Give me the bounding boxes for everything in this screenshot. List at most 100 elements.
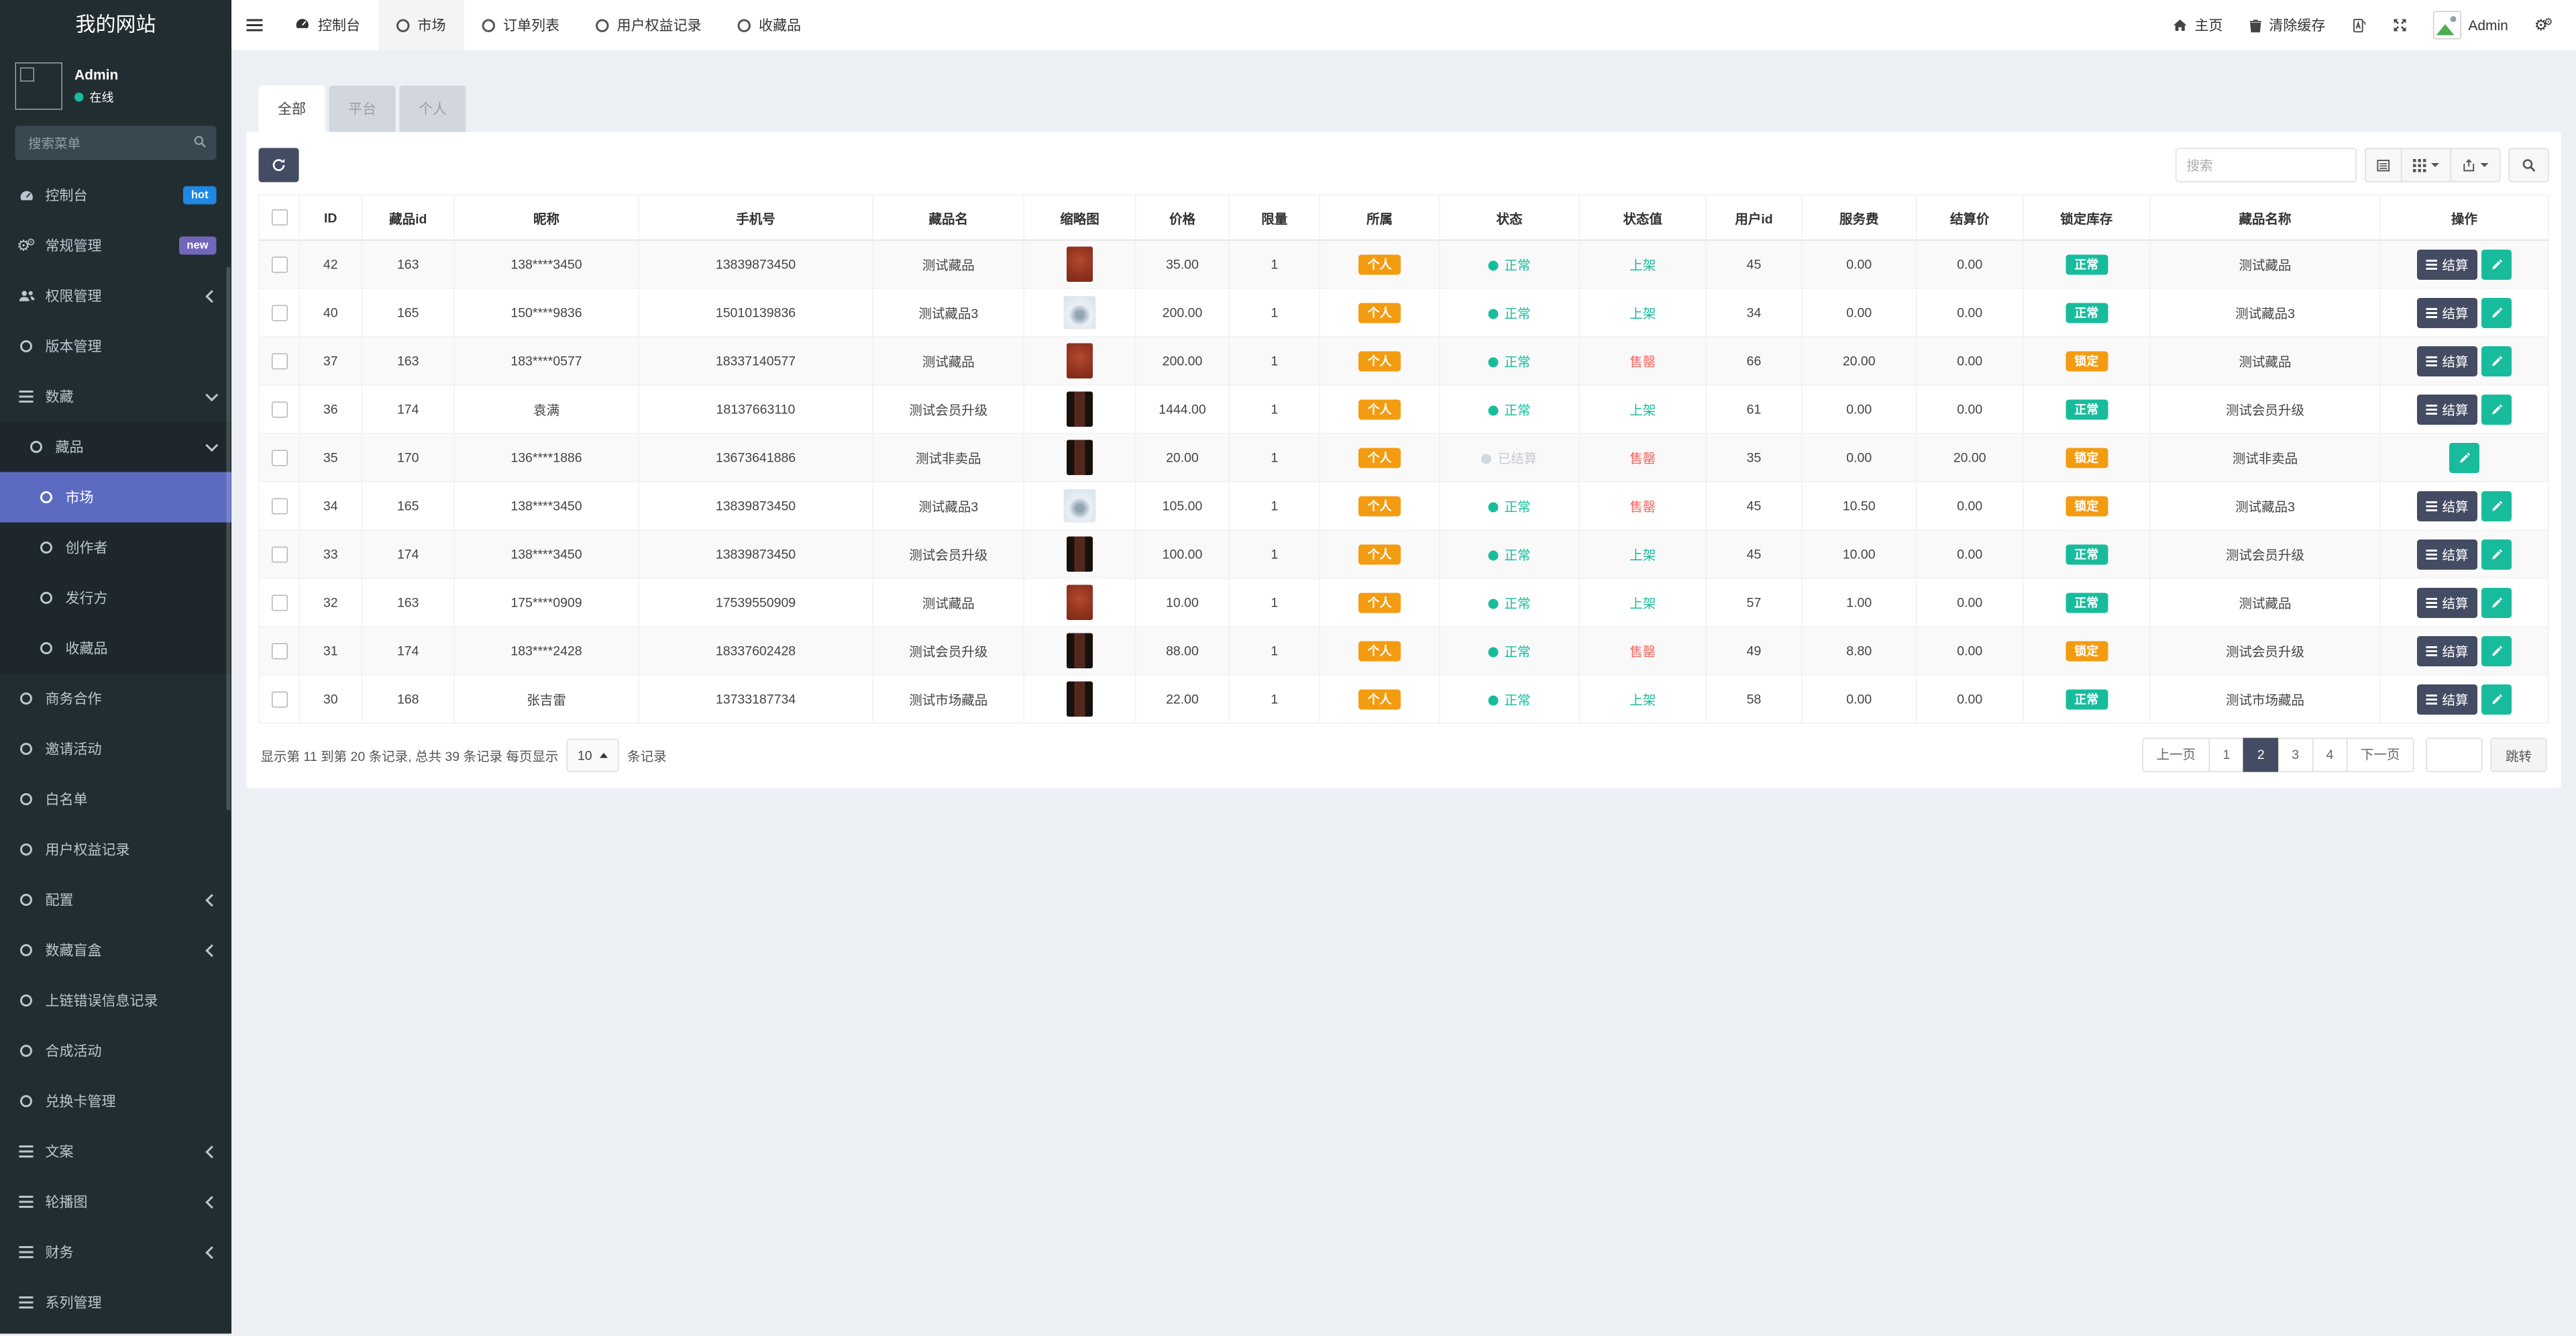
table-row: 34165138****345013839873450测试藏品3105.001个… <box>259 482 2548 530</box>
sidebar-item-label: 藏品 <box>56 437 84 457</box>
sidebar-item-轮播图[interactable]: 轮播图 <box>0 1177 231 1227</box>
translate-icon <box>2351 17 2367 33</box>
edit-button[interactable] <box>2449 442 2479 472</box>
hamburger-button[interactable] <box>231 0 277 50</box>
select-all-checkbox[interactable] <box>271 209 287 225</box>
filter-tab-平台[interactable]: 平台 <box>329 86 396 132</box>
row-checkbox[interactable] <box>271 595 287 611</box>
sidebar-item-藏品[interactable]: 藏品 <box>0 422 231 472</box>
sidebar-item-兑换卡管理[interactable]: 兑换卡管理 <box>0 1076 231 1127</box>
settle-button[interactable]: 结算 <box>2417 491 2477 521</box>
topnav-tab-控制台[interactable]: 控制台 <box>277 0 379 50</box>
status-dot-icon <box>1488 696 1498 706</box>
topnav-tab-用户权益记录[interactable]: 用户权益记录 <box>578 0 720 50</box>
row-checkbox[interactable] <box>271 401 287 417</box>
sidebar-item-创作者[interactable]: 创作者 <box>0 523 231 573</box>
row-checkbox[interactable] <box>271 498 287 514</box>
clear-cache-link[interactable]: 清除缓存 <box>2236 0 2339 50</box>
fullscreen-button[interactable] <box>2379 0 2420 50</box>
edit-button[interactable] <box>2481 249 2512 279</box>
settings-button[interactable]: ⚙⚙ <box>2521 0 2566 50</box>
owner-badge: 个人 <box>1358 544 1401 564</box>
row-checkbox[interactable] <box>271 450 287 466</box>
sidebar-item-权限管理[interactable]: 权限管理 <box>0 271 231 321</box>
sidebar-item-版本管理[interactable]: 版本管理 <box>0 321 231 372</box>
cell-price: 20.00 <box>1136 433 1230 482</box>
sidebar-scrollbar[interactable] <box>227 267 231 811</box>
translate-button[interactable] <box>2339 0 2380 50</box>
page-button-1[interactable]: 1 <box>2209 738 2245 772</box>
admin-menu[interactable]: Admin <box>2420 0 2521 50</box>
table-search-input[interactable] <box>2176 148 2357 183</box>
topnav-tab-订单列表[interactable]: 订单列表 <box>464 0 578 50</box>
settle-button[interactable]: 结算 <box>2417 297 2477 327</box>
columns-button[interactable] <box>2401 148 2451 183</box>
edit-button[interactable] <box>2481 394 2512 424</box>
prev-page-button[interactable]: 上一页 <box>2143 738 2210 772</box>
export-button[interactable] <box>2451 148 2501 183</box>
page-jump-button[interactable]: 跳转 <box>2490 738 2546 772</box>
topnav-tab-市场[interactable]: 市场 <box>378 0 464 50</box>
sidebar-item-数藏盲盒[interactable]: 数藏盲盒 <box>0 925 231 976</box>
sidebar-item-白名单[interactable]: 白名单 <box>0 774 231 825</box>
sidebar-item-财务[interactable]: 财务 <box>0 1227 231 1278</box>
edit-button[interactable] <box>2481 297 2512 327</box>
sidebar-item-合成活动[interactable]: 合成活动 <box>0 1026 231 1076</box>
sidebar-item-控制台[interactable]: 控制台hot <box>0 170 231 221</box>
settle-button[interactable]: 结算 <box>2417 587 2477 617</box>
next-page-button[interactable]: 下一页 <box>2347 738 2414 772</box>
grid-icon <box>2413 158 2426 172</box>
sidebar-search-input[interactable] <box>15 126 217 160</box>
sidebar-item-用户权益记录[interactable]: 用户权益记录 <box>0 825 231 875</box>
sidebar-item-系列管理[interactable]: 系列管理 <box>0 1278 231 1328</box>
cell-id: 42 <box>323 257 338 272</box>
row-checkbox[interactable] <box>271 643 287 659</box>
sidebar-item-商务合作[interactable]: 商务合作 <box>0 674 231 724</box>
row-checkbox[interactable] <box>271 546 287 562</box>
edit-button[interactable] <box>2481 684 2512 714</box>
edit-button[interactable] <box>2481 587 2512 617</box>
settle-button[interactable]: 结算 <box>2417 346 2477 376</box>
settle-button[interactable]: 结算 <box>2417 249 2477 279</box>
filter-tab-全部[interactable]: 全部 <box>259 86 325 132</box>
settle-button[interactable]: 结算 <box>2417 635 2477 666</box>
topnav-tab-收藏品[interactable]: 收藏品 <box>720 0 820 50</box>
settle-button[interactable]: 结算 <box>2417 539 2477 569</box>
refresh-button[interactable] <box>259 148 299 183</box>
page-button-2[interactable]: 2 <box>2243 738 2279 772</box>
home-link[interactable]: 主页 <box>2159 0 2236 50</box>
sidebar-item-市场[interactable]: 市场 <box>0 472 231 523</box>
sidebar: 我的网站 Admin 在线 控制台hot⚙⚙常规管理new权限管理版本管理数藏藏… <box>0 0 231 1334</box>
row-checkbox[interactable] <box>271 256 287 272</box>
sidebar-item-配置[interactable]: 配置 <box>0 875 231 925</box>
settle-button[interactable]: 结算 <box>2417 394 2477 424</box>
sidebar-item-数藏[interactable]: 数藏 <box>0 372 231 422</box>
sidebar-item-常规管理[interactable]: ⚙⚙常规管理new <box>0 221 231 271</box>
column-header: 缩略图 <box>1024 195 1136 240</box>
sidebar-item-收藏品[interactable]: 收藏品 <box>0 623 231 674</box>
sidebar-item-上链错误信息记录[interactable]: 上链错误信息记录 <box>0 976 231 1026</box>
settle-button[interactable]: 结算 <box>2417 684 2477 714</box>
list-icon <box>15 1145 38 1158</box>
filter-tab-个人[interactable]: 个人 <box>400 86 466 132</box>
sidebar-item-发行方[interactable]: 发行方 <box>0 573 231 623</box>
page-jump-input[interactable] <box>2426 738 2482 772</box>
sidebar-item-邀请活动[interactable]: 邀请活动 <box>0 724 231 774</box>
edit-button[interactable] <box>2481 346 2512 376</box>
edit-button[interactable] <box>2481 491 2512 521</box>
edit-button[interactable] <box>2481 635 2512 666</box>
cell-item_title: 测试会员升级 <box>2150 530 2381 578</box>
cell-service_fee: 0.00 <box>1802 289 1917 337</box>
edit-button[interactable] <box>2481 539 2512 569</box>
page-size-select[interactable]: 10 <box>566 738 619 772</box>
search-button[interactable] <box>2509 148 2549 183</box>
row-checkbox[interactable] <box>271 305 287 321</box>
cell-item_title: 测试藏品3 <box>2150 289 2381 337</box>
page-button-3[interactable]: 3 <box>2277 738 2313 772</box>
sidebar-item-文案[interactable]: 文案 <box>0 1127 231 1177</box>
cell-settle_price: 0.00 <box>1957 644 1982 659</box>
row-checkbox[interactable] <box>271 691 287 707</box>
page-button-4[interactable]: 4 <box>2312 738 2348 772</box>
card-view-button[interactable] <box>2365 148 2402 183</box>
row-checkbox[interactable] <box>271 353 287 369</box>
